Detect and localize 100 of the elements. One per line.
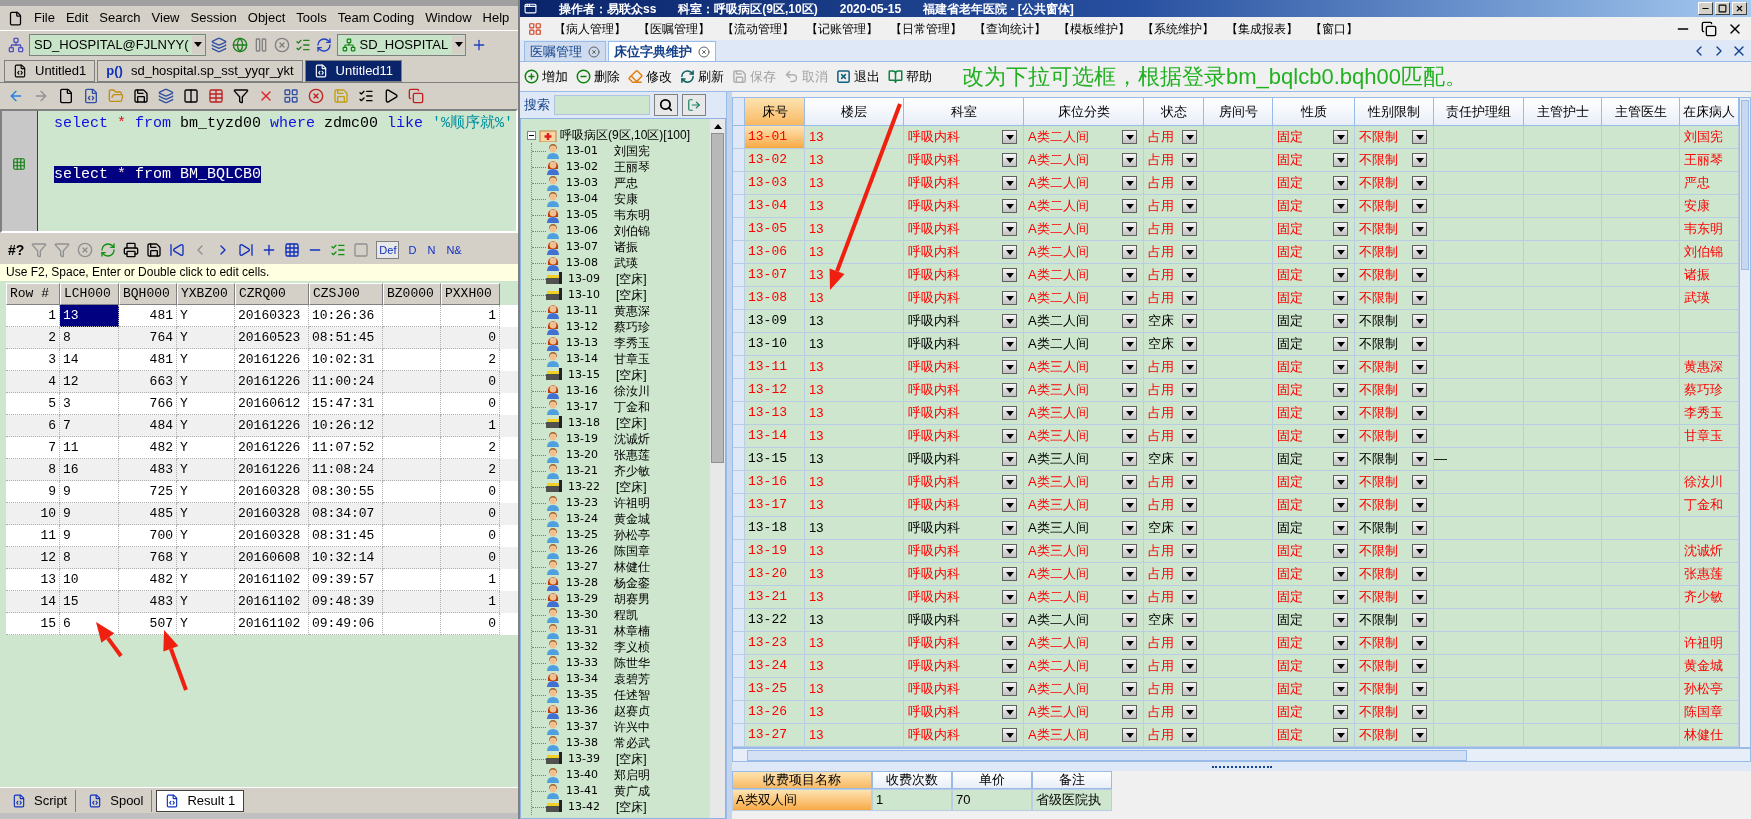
tree-item[interactable]: 13-25 <box>566 526 614 544</box>
table-cell[interactable]: 13-18 <box>745 517 804 539</box>
dropdown-button[interactable] <box>1333 521 1348 535</box>
tree-item[interactable]: 13-39 <box>568 750 616 768</box>
tree-item[interactable]: 黄金城 <box>614 510 650 528</box>
dropdown-button[interactable] <box>1182 383 1197 397</box>
tree-node[interactable]: 呼吸病区(9区,10区)[100] <box>560 126 691 144</box>
dropdown-button[interactable] <box>1412 130 1427 144</box>
tree-item[interactable]: 13-37 <box>566 718 614 736</box>
dropdown-button[interactable] <box>1333 199 1348 213</box>
dropdown-button[interactable] <box>1002 475 1017 489</box>
document-icon[interactable] <box>83 88 99 104</box>
tree-item[interactable]: 齐少敏 <box>614 462 650 480</box>
dropdown-button[interactable] <box>1412 176 1427 190</box>
dropdown-button[interactable] <box>1333 383 1348 397</box>
dropdown-button[interactable] <box>1333 659 1348 673</box>
tree-item[interactable]: 程凯 <box>614 606 638 624</box>
menu-item[interactable]: 【模板维护】 <box>1058 19 1130 38</box>
refresh-icon[interactable] <box>100 242 117 258</box>
column-header[interactable]: 主管医生 <box>1602 98 1680 126</box>
tree-item[interactable]: 李秀玉 <box>614 334 650 352</box>
dropdown-button[interactable] <box>1122 728 1137 742</box>
dropdown-button[interactable] <box>1002 130 1017 144</box>
dropdown-button[interactable] <box>1002 659 1017 673</box>
dropdown-button[interactable] <box>1412 429 1427 443</box>
tree-item[interactable]: [空床] <box>616 286 647 304</box>
dropdown-button[interactable] <box>1182 613 1197 627</box>
minimize-button[interactable] <box>1698 2 1713 15</box>
dropdown-button[interactable] <box>1002 705 1017 719</box>
dropdown-button[interactable] <box>1122 199 1137 213</box>
dropdown-button[interactable] <box>1002 613 1017 627</box>
tree-item[interactable]: 李义桢 <box>614 638 650 656</box>
menu-item[interactable]: View <box>151 8 180 28</box>
dropdown-button[interactable] <box>1412 590 1427 604</box>
menu-item[interactable]: 【窗口】 <box>1310 19 1358 38</box>
tree-item[interactable]: 13-29 <box>566 590 614 608</box>
new-file-icon[interactable] <box>58 88 74 104</box>
dropdown-button[interactable] <box>1182 567 1197 581</box>
dropdown-button[interactable] <box>1122 245 1137 259</box>
view-button[interactable]: N <box>425 241 438 259</box>
menu-item[interactable]: Object <box>247 8 286 28</box>
column-header[interactable]: Row # <box>6 283 60 305</box>
tree-item[interactable]: 胡赛男 <box>614 590 650 608</box>
dropdown-button[interactable] <box>1333 245 1348 259</box>
dropdown-button[interactable] <box>1412 636 1427 650</box>
tree-item[interactable]: 许祖明 <box>614 494 650 512</box>
tree-item[interactable]: 张惠莲 <box>614 446 650 464</box>
menu-item[interactable]: 【日常管理】 <box>890 19 962 38</box>
column-header[interactable]: BQH000 <box>119 283 177 305</box>
dropdown-button[interactable] <box>1333 268 1348 282</box>
dropdown-button[interactable] <box>1122 682 1137 696</box>
tree-item[interactable]: 袁碧芳 <box>614 670 650 688</box>
column-header[interactable]: 备注 <box>1032 771 1112 789</box>
menu-item[interactable]: 【流动管理】 <box>722 19 794 38</box>
table-cell[interactable]: 13-15 <box>745 448 804 470</box>
dropdown-button[interactable] <box>1122 406 1137 420</box>
dropdown-button[interactable] <box>1182 268 1197 282</box>
tree-item[interactable]: 甘章玉 <box>614 350 650 368</box>
tree-item[interactable]: 徐汝川 <box>614 382 650 400</box>
dropdown-button[interactable] <box>1182 452 1197 466</box>
dropdown-button[interactable] <box>1333 360 1348 374</box>
dropdown-button[interactable] <box>1412 337 1427 351</box>
tree-item[interactable]: 13-20 <box>566 446 614 464</box>
dropdown-button[interactable] <box>1412 452 1427 466</box>
dropdown-button[interactable] <box>1182 475 1197 489</box>
connection-combo[interactable]: SD_HOSPITAL@FJLNYY( <box>29 33 206 56</box>
column-header[interactable]: 在床病人 <box>1680 98 1739 126</box>
dropdown-button[interactable] <box>1122 498 1137 512</box>
tree-item[interactable]: 13-27 <box>566 558 614 576</box>
dropdown-button[interactable] <box>1002 153 1017 167</box>
tree-item[interactable]: 13-09 <box>568 270 616 288</box>
tree-item[interactable]: 13-36 <box>566 702 614 720</box>
editor-tab[interactable]: Untitled11 <box>304 60 403 82</box>
tree-item[interactable]: 13-41 <box>566 782 614 800</box>
stop-icon[interactable] <box>273 36 290 53</box>
tree-item[interactable]: 13-19 <box>566 430 614 448</box>
dropdown-button[interactable] <box>1333 682 1348 696</box>
dropdown-button[interactable] <box>1333 613 1348 627</box>
dropdown-button[interactable] <box>1122 360 1137 374</box>
dropdown-button[interactable] <box>1122 222 1137 236</box>
dropdown-button[interactable] <box>1333 222 1348 236</box>
search-field[interactable] <box>554 95 650 115</box>
tree-item[interactable]: 13-11 <box>566 302 614 320</box>
menu-item[interactable]: 【系统维护】 <box>1142 19 1214 38</box>
dropdown-button[interactable] <box>1002 199 1017 213</box>
tree-item[interactable]: 13-35 <box>566 686 614 704</box>
column-header[interactable]: 楼层 <box>805 98 904 126</box>
dropdown-button[interactable] <box>1182 728 1197 742</box>
dropdown-button[interactable] <box>1182 544 1197 558</box>
tree-item[interactable]: 林章楠 <box>614 622 650 640</box>
tree-item[interactable]: [空床] <box>616 366 647 384</box>
dropdown-button[interactable] <box>1412 613 1427 627</box>
restore-icon[interactable] <box>1701 20 1717 37</box>
dropdown-button[interactable] <box>1333 130 1348 144</box>
grid-icon[interactable] <box>283 88 299 104</box>
toolbar-button[interactable]: 刷新 <box>680 66 724 87</box>
dropdown-button[interactable] <box>1412 659 1427 673</box>
dropdown-button[interactable] <box>1182 429 1197 443</box>
table-cell[interactable]: 13-10 <box>745 333 804 355</box>
page-tab[interactable]: 医嘱管理 <box>524 41 606 61</box>
